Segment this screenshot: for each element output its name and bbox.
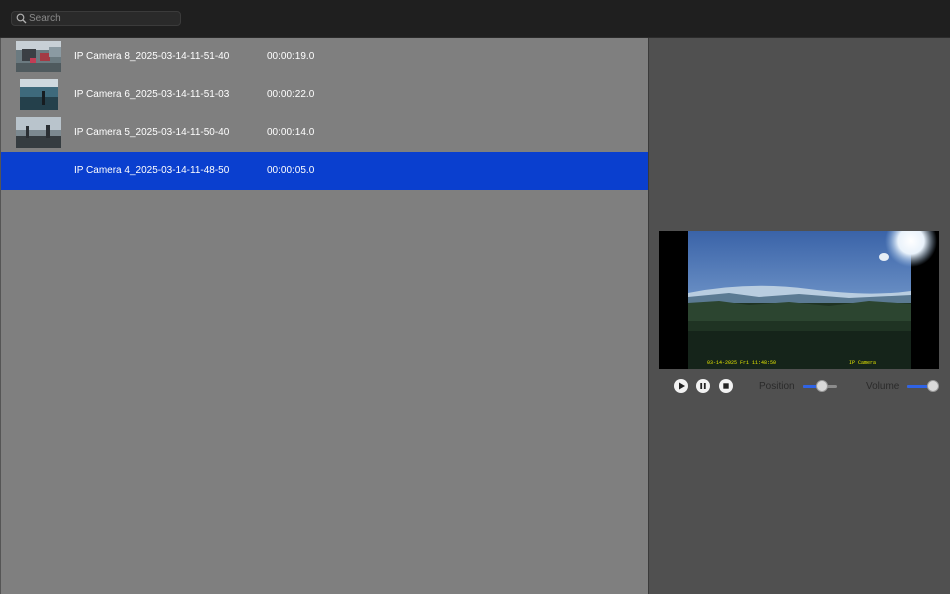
search-input[interactable] (29, 12, 177, 25)
stop-button[interactable] (719, 379, 733, 393)
thumbnail (16, 41, 61, 72)
search-icon (16, 13, 27, 24)
list-item[interactable]: IP Camera 8_2025-03-14-11-51-40 00:00:19… (1, 38, 648, 76)
recording-name: IP Camera 8_2025-03-14-11-51-40 (74, 51, 230, 62)
thumbnail (16, 117, 61, 148)
recording-duration: 00:00:05.0 (267, 165, 315, 176)
volume-slider[interactable] (907, 380, 939, 392)
recording-name: IP Camera 6_2025-03-14-11-51-03 (74, 89, 230, 100)
position-label: Position (759, 381, 795, 392)
position-slider[interactable] (803, 380, 837, 392)
pause-button[interactable] (696, 379, 710, 393)
play-button[interactable] (674, 379, 688, 393)
stop-icon (723, 383, 729, 389)
pause-icon (700, 383, 706, 389)
svg-text:IP Camera: IP Camera (849, 360, 876, 366)
player-controls: Position Volume (659, 377, 949, 397)
list-item[interactable]: IP Camera 5_2025-03-14-11-50-40 00:00:14… (1, 114, 648, 152)
svg-text:03-14-2025 Fri 11:48:50: 03-14-2025 Fri 11:48:50 (707, 360, 776, 366)
recording-duration: 00:00:19.0 (267, 51, 315, 62)
recording-duration: 00:00:22.0 (267, 89, 315, 100)
list-item-selected[interactable]: IP Camera 4_2025-03-14-11-48-50 00:00:05… (1, 152, 648, 190)
recording-list: IP Camera 8_2025-03-14-11-51-40 00:00:19… (0, 38, 648, 594)
toolbar (0, 0, 950, 38)
recording-duration: 00:00:14.0 (267, 127, 315, 138)
search-field[interactable] (11, 11, 181, 26)
volume-label: Volume (866, 381, 900, 392)
list-item[interactable]: IP Camera 6_2025-03-14-11-51-03 00:00:22… (1, 76, 648, 114)
position-slider-knob[interactable] (815, 380, 828, 392)
recording-name: IP Camera 5_2025-03-14-11-50-40 (74, 127, 230, 138)
thumbnail (20, 79, 58, 110)
player-pane: 03-14-2025 Fri 11:48:50 IP Camera Positi… (648, 38, 950, 594)
volume-slider-knob[interactable] (926, 380, 939, 392)
recording-name: IP Camera 4_2025-03-14-11-48-50 (74, 165, 230, 176)
video-preview[interactable]: 03-14-2025 Fri 11:48:50 IP Camera (659, 215, 939, 369)
play-icon (679, 382, 685, 390)
